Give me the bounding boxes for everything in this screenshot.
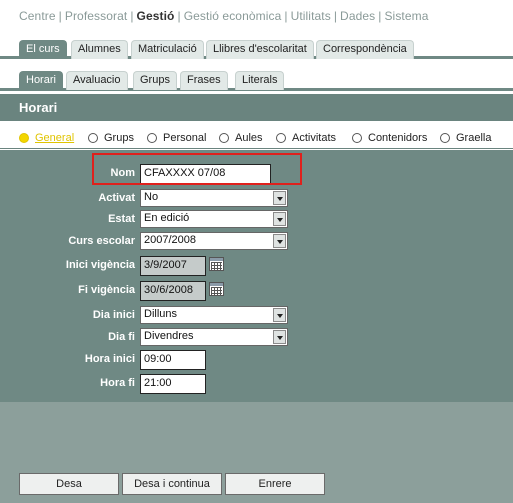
nav-professorat[interactable]: Professorat [65, 9, 127, 23]
radio-icon [219, 133, 229, 143]
tab-horari[interactable]: Horari [19, 71, 63, 90]
row-curs-escolar: Curs escolar 2007/2008 [0, 232, 513, 252]
nav-gestio-economica[interactable]: Gestió econòmica [184, 9, 282, 23]
save-button[interactable]: Desa [19, 473, 119, 495]
radio-label: Personal [163, 132, 207, 144]
calendar-icon[interactable] [209, 282, 224, 296]
nav-dades[interactable]: Dades [340, 9, 375, 23]
highlight-box [92, 153, 302, 185]
tab-matriculacio[interactable]: Matriculació [131, 40, 204, 59]
tab-avaluacio[interactable]: Avaluacio [66, 71, 128, 90]
radio-selected-icon [19, 133, 29, 143]
radio-icon [352, 133, 362, 143]
radio-icon [88, 133, 98, 143]
dia-fi-select[interactable]: Divendres [140, 328, 288, 346]
radio-personal[interactable]: Personal [147, 131, 206, 145]
hora-fi-label: Hora fi [100, 377, 135, 389]
radio-icon [147, 133, 157, 143]
dropdown-arrow-icon[interactable] [273, 191, 286, 205]
calendar-icon[interactable] [209, 257, 224, 271]
nav-sistema[interactable]: Sistema [384, 9, 428, 23]
tab-el-curs[interactable]: El curs [19, 40, 67, 59]
section-header: Horari [0, 94, 513, 121]
estat-label: Estat [108, 213, 135, 225]
tab-grups[interactable]: Grups [133, 71, 177, 90]
curs-escolar-label: Curs escolar [68, 235, 135, 247]
estat-value: En edició [144, 212, 190, 224]
row-dia-fi: Dia fi Divendres [0, 328, 513, 348]
primary-tab-bar: El curs Alumnes Matriculació Llibres d'e… [0, 40, 513, 59]
save-continue-button[interactable]: Desa i continua [122, 473, 222, 495]
row-inici-vigencia: Inici vigència 3/9/2007 [0, 256, 513, 276]
dropdown-arrow-icon[interactable] [273, 308, 286, 322]
dia-inici-label: Dia inici [92, 309, 135, 321]
tab-alumnes[interactable]: Alumnes [71, 40, 128, 59]
radio-label: Activitats [292, 132, 337, 144]
nav-separator: | [333, 9, 338, 23]
inici-vigencia-label: Inici vigència [65, 259, 135, 271]
dropdown-arrow-icon[interactable] [273, 212, 286, 226]
fi-vigencia-input[interactable]: 30/6/2008 [140, 281, 206, 301]
radio-label: Graella [456, 132, 492, 144]
activat-select[interactable]: No [140, 189, 288, 207]
tab-literals[interactable]: Literals [235, 71, 285, 90]
radio-contenidors[interactable]: Contenidors [352, 131, 427, 145]
page-title: Horari [19, 100, 58, 115]
tab-correspondencia[interactable]: Correspondència [316, 40, 414, 59]
calendar-grid [211, 287, 222, 295]
hora-inici-input[interactable]: 09:00 [140, 350, 206, 370]
nav-separator: | [177, 9, 181, 23]
activat-value: No [144, 191, 159, 203]
row-dia-inici: Dia inici Dilluns [0, 306, 513, 326]
nav-centre[interactable]: Centre [19, 9, 56, 23]
hora-inici-label: Hora inici [84, 353, 135, 365]
radio-graella[interactable]: Graella [440, 131, 491, 145]
radio-icon [276, 133, 286, 143]
dia-inici-select[interactable]: Dilluns [140, 306, 288, 324]
back-button[interactable]: Enrere [225, 473, 325, 495]
nav-utilitats[interactable]: Utilitats [291, 9, 331, 23]
top-navigation: Centre | Professorat | Gestió | Gestió econòmi… [19, 9, 429, 23]
nav-separator: | [378, 9, 382, 23]
radio-label: Aules [235, 132, 263, 144]
radio-label: General [35, 132, 75, 144]
activat-label: Activat [98, 192, 135, 204]
row-hora-fi: Hora fi 21:00 [0, 374, 513, 394]
estat-select[interactable]: En edició [140, 210, 288, 228]
curs-escolar-value: 2007/2008 [144, 234, 196, 246]
nav-separator: | [284, 9, 288, 23]
dropdown-arrow-icon[interactable] [273, 330, 286, 344]
dia-inici-value: Dilluns [144, 308, 178, 320]
tab-frases[interactable]: Frases [180, 71, 228, 90]
row-activat: Activat No [0, 189, 513, 209]
hora-fi-input[interactable]: 21:00 [140, 374, 206, 394]
row-estat: Estat En edició [0, 210, 513, 230]
radio-icon [440, 133, 450, 143]
curs-escolar-select[interactable]: 2007/2008 [140, 232, 288, 250]
nav-gestio[interactable]: Gestió [137, 9, 175, 23]
row-fi-vigencia: Fi vigència 30/6/2008 [0, 281, 513, 301]
radio-label: Grups [104, 132, 134, 144]
dropdown-arrow-icon[interactable] [273, 234, 286, 248]
radio-label: Contenidors [368, 132, 428, 144]
nav-separator: | [58, 9, 62, 23]
inici-vigencia-input[interactable]: 3/9/2007 [140, 256, 206, 276]
radio-activitats[interactable]: Activitats [276, 131, 336, 145]
radio-aules[interactable]: Aules [219, 131, 263, 145]
radio-grups[interactable]: Grups [88, 131, 134, 145]
form-panel: Nom CFAXXXX 07/08 Activat No Estat En ed… [0, 150, 513, 402]
tab-llibres-escolaritat[interactable]: Llibres d'escolaritat [206, 40, 314, 59]
calendar-grid [211, 262, 222, 270]
dia-fi-label: Dia fi [108, 331, 135, 343]
view-radio-group: General Grups Personal Aules Activitats … [0, 121, 513, 149]
secondary-tab-bar: Horari Avaluacio Grups Frases Literals [0, 71, 513, 91]
row-hora-inici: Hora inici 09:00 [0, 350, 513, 370]
nav-separator: | [130, 9, 134, 23]
fi-vigencia-label: Fi vigència [78, 284, 135, 296]
radio-general[interactable]: General [19, 131, 74, 145]
dia-fi-value: Divendres [144, 330, 194, 342]
